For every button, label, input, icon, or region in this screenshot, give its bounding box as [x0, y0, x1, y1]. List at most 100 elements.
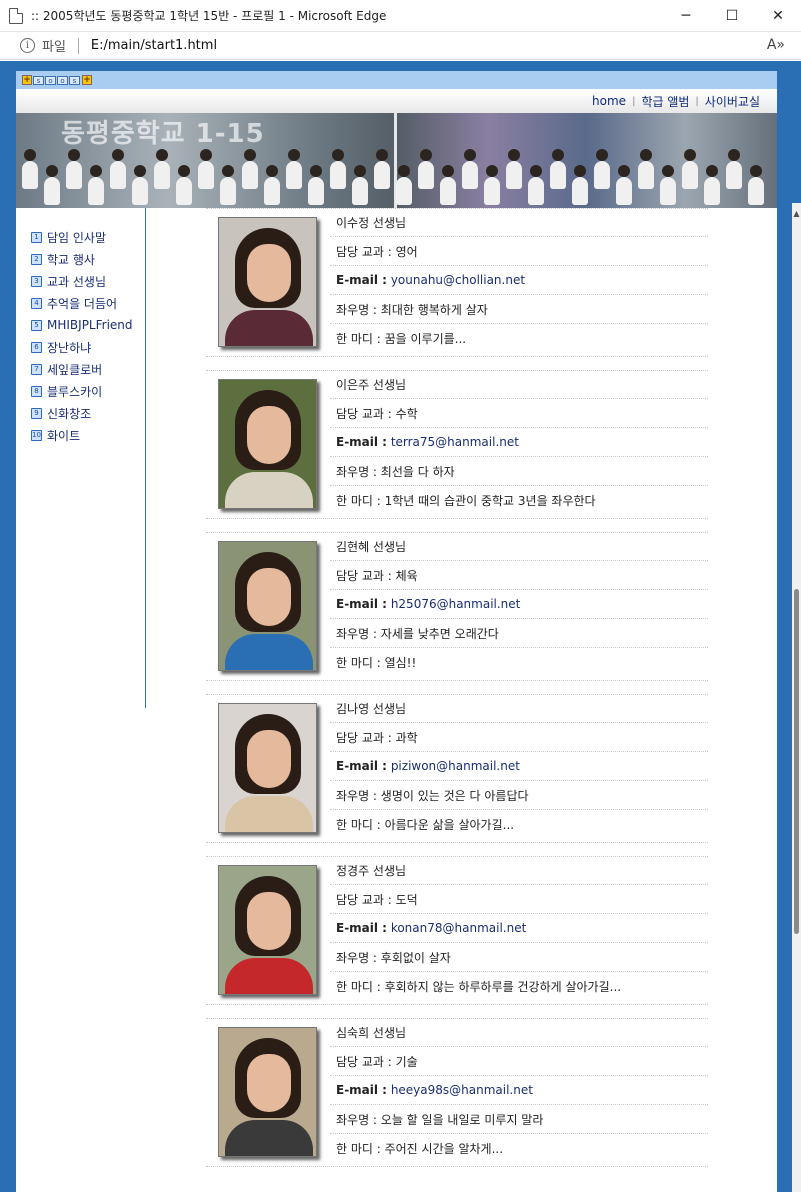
- top-strip: + s o o s +: [16, 71, 777, 89]
- teacher-motto: 좌우명 : 후회없이 살자: [330, 943, 708, 972]
- email-label: E-mail :: [336, 435, 387, 449]
- nav-separator: |: [695, 95, 699, 107]
- teacher-subject: 담당 교과 : 영어: [330, 237, 708, 266]
- sidebar-item-blue-sky[interactable]: 8 블루스카이: [31, 380, 145, 402]
- page-icon: [9, 7, 23, 24]
- email-label: E-mail :: [336, 597, 387, 611]
- tag-icon[interactable]: o: [57, 75, 68, 85]
- scheme-label: 파일: [42, 40, 66, 55]
- tag-icon[interactable]: o: [45, 75, 56, 85]
- student-head: [332, 149, 344, 161]
- tag-icon[interactable]: s: [33, 75, 44, 85]
- minimize-button[interactable]: ─: [663, 0, 709, 32]
- student-head: [46, 165, 58, 177]
- sidebar-item-label: 추억을 더듬어: [47, 296, 118, 311]
- teacher-motto: 좌우명 : 생명이 있는 것은 다 아름답다: [330, 781, 708, 810]
- student-head: [618, 165, 630, 177]
- student-figure: [594, 161, 610, 189]
- teacher-photo: [218, 541, 317, 671]
- student-figure: [616, 177, 632, 205]
- student-head: [68, 149, 80, 161]
- banner-title: 동평중학교 1-15: [61, 119, 265, 149]
- teacher-photo: [218, 1027, 317, 1157]
- student-figure: [704, 177, 720, 205]
- teacher-subject: 담당 교과 : 과학: [330, 723, 708, 752]
- teacher-email[interactable]: terra75@hanmail.net: [391, 435, 519, 449]
- teacher-card: 김현혜 선생님 담당 교과 : 체육 E-mail : h25076@hanma…: [206, 532, 736, 694]
- student-figure: [748, 177, 764, 205]
- sidebar-item-school-events[interactable]: 2 학교 행사: [31, 248, 145, 270]
- number-icon: 8: [31, 385, 42, 397]
- sidebar-item-myth[interactable]: 9 신화창조: [31, 402, 145, 424]
- sidebar-item-white[interactable]: 10 화이트: [31, 424, 145, 446]
- teacher-list: 이수정 선생님 담당 교과 : 영어 E-mail : younahu@chol…: [206, 208, 736, 1180]
- teacher-card: 김나영 선생님 담당 교과 : 과학 E-mail : piziwon@hanm…: [206, 694, 736, 856]
- url-text[interactable]: E:/main/start1.html: [91, 38, 217, 53]
- page-scrollbar[interactable]: ▲: [792, 203, 801, 1192]
- teacher-motto: 좌우명 : 최선을 다 하자: [330, 457, 708, 486]
- nav-separator: |: [632, 95, 636, 107]
- teacher-subject: 담당 교과 : 체육: [330, 561, 708, 590]
- address-bar[interactable]: i 파일 E:/main/start1.html A»: [0, 32, 801, 60]
- student-head: [530, 165, 542, 177]
- teacher-email-row: E-mail : terra75@hanmail.net: [330, 428, 708, 457]
- student-figure: [44, 177, 60, 205]
- teacher-email[interactable]: younahu@chollian.net: [391, 273, 525, 287]
- student-head: [706, 165, 718, 177]
- teacher-email[interactable]: h25076@hanmail.net: [391, 597, 521, 611]
- student-head: [420, 149, 432, 161]
- teacher-subject: 담당 교과 : 도덕: [330, 885, 708, 914]
- teacher-motto: 좌우명 : 자세를 낮추면 오래간다: [330, 619, 708, 648]
- close-button[interactable]: ✕: [755, 0, 801, 32]
- number-icon: 6: [31, 341, 42, 353]
- student-figure: [660, 177, 676, 205]
- teacher-name: 심숙희 선생님: [330, 1018, 708, 1047]
- student-head: [574, 165, 586, 177]
- student-figure: [462, 161, 478, 189]
- info-icon[interactable]: i: [20, 38, 35, 53]
- sidebar-item-clover[interactable]: 7 세잎클로버: [31, 358, 145, 380]
- sidebar-item-jangnan[interactable]: 6 장난하냐: [31, 336, 145, 358]
- sidebar-item-label: 신화창조: [47, 406, 92, 421]
- sidebar-item-label: 화이트: [47, 428, 81, 443]
- email-label: E-mail :: [336, 1083, 387, 1097]
- number-icon: 3: [31, 275, 42, 287]
- teacher-comment: 한 마디 : 1학년 때의 습관이 중학교 3년을 좌우한다: [336, 494, 596, 508]
- student-head: [354, 165, 366, 177]
- plus-icon[interactable]: +: [22, 75, 32, 85]
- sidebar-menu: 1 담임 인사말 2 학교 행사 3 교과 선생님 4 추억을 더듬어 5 MHIBJPL…: [16, 208, 146, 708]
- teacher-email[interactable]: piziwon@hanmail.net: [391, 759, 520, 773]
- teacher-email[interactable]: konan78@hanmail.net: [391, 921, 526, 935]
- student-figure: [572, 177, 588, 205]
- sidebar-item-greeting[interactable]: 1 담임 인사말: [31, 226, 145, 248]
- tag-icon[interactable]: s: [69, 75, 80, 85]
- maximize-button[interactable]: ☐: [709, 0, 755, 32]
- teacher-email[interactable]: heeya98s@hanmail.net: [391, 1083, 533, 1097]
- teacher-name: 김나영 선생님: [330, 694, 708, 723]
- student-figure: [440, 177, 456, 205]
- sidebar-item-memories[interactable]: 4 추억을 더듬어: [31, 292, 145, 314]
- student-head: [486, 165, 498, 177]
- number-icon: 10: [31, 429, 42, 441]
- sidebar-item-friend[interactable]: 5 MHIBJPLFriend: [31, 314, 145, 336]
- sidebar-item-subject-teachers[interactable]: 3 교과 선생님: [31, 270, 145, 292]
- sidebar-item-label: 담임 인사말: [47, 230, 107, 245]
- nav-home[interactable]: home: [592, 94, 626, 108]
- number-icon: 4: [31, 297, 42, 309]
- teacher-name: 이은주 선생님: [330, 370, 708, 399]
- read-aloud-icon[interactable]: A»: [767, 37, 785, 53]
- nav-cyber-classroom[interactable]: 사이버교실: [705, 93, 760, 110]
- teacher-photo: [218, 865, 317, 995]
- teacher-email-row: E-mail : heeya98s@hanmail.net: [330, 1076, 708, 1105]
- nav-class-album[interactable]: 학급 앨범: [641, 93, 689, 110]
- student-head: [178, 165, 190, 177]
- plus-icon[interactable]: +: [82, 75, 92, 85]
- student-figure: [418, 161, 434, 189]
- scrollbar-thumb[interactable]: [794, 589, 799, 934]
- photo-body: [225, 958, 313, 994]
- scroll-up-icon[interactable]: ▲: [792, 209, 801, 219]
- teacher-email-row: E-mail : piziwon@hanmail.net: [330, 752, 708, 781]
- teacher-card: 심숙희 선생님 담당 교과 : 기술 E-mail : heeya98s@han…: [206, 1018, 736, 1180]
- student-figure: [110, 161, 126, 189]
- student-head: [90, 165, 102, 177]
